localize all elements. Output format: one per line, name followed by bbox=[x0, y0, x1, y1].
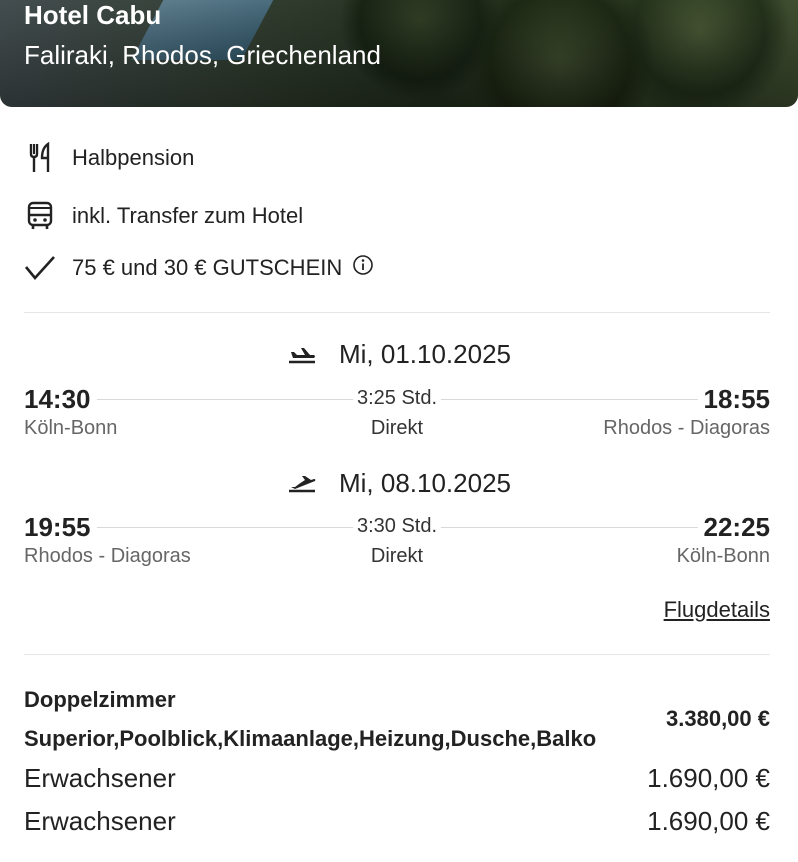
outbound-to: Rhodos - Diagoras bbox=[603, 417, 770, 439]
hotel-location: Faliraki, Rhodos, Griechenland bbox=[24, 40, 381, 70]
traveller-price: 1.690,00 € bbox=[647, 763, 770, 793]
traveller-label: Erwachsener bbox=[24, 763, 176, 793]
outbound-duration: 3:25 Std. bbox=[352, 387, 442, 409]
return-date-row: Mi, 08.10.2025 bbox=[0, 468, 798, 499]
outbound-depart-time: 14:30 bbox=[24, 384, 97, 415]
return-date: Mi, 08.10.2025 bbox=[338, 468, 511, 498]
outbound-leg: 3:25 Std. 14:30 18:55 Köln-Bonn Direkt R… bbox=[24, 382, 770, 452]
return-leg: 3:30 Std. 19:55 22:25 Rhodos - Diagoras … bbox=[24, 510, 770, 580]
fork-knife-icon bbox=[24, 142, 56, 174]
checkmark-icon bbox=[24, 252, 56, 284]
feature-voucher: 75 € und 30 € GUTSCHEIN bbox=[24, 251, 374, 285]
return-depart-time: 19:55 bbox=[24, 512, 97, 543]
room-description: Superior,Poolblick,Klimaanlage,Heizung,D… bbox=[24, 726, 597, 751]
plane-departure-icon bbox=[287, 345, 317, 365]
room-type: Doppelzimmer bbox=[24, 687, 176, 712]
plane-arrival-icon bbox=[287, 474, 317, 494]
outbound-arrive-time: 18:55 bbox=[697, 384, 770, 415]
outbound-date: Mi, 01.10.2025 bbox=[338, 339, 511, 369]
feature-transfer: inkl. Transfer zum Hotel bbox=[24, 199, 303, 233]
return-duration: 3:30 Std. bbox=[352, 515, 442, 537]
hotel-name: Hotel Cabu bbox=[24, 0, 162, 30]
info-icon[interactable] bbox=[352, 254, 374, 282]
divider bbox=[24, 312, 770, 313]
divider bbox=[24, 654, 770, 655]
return-stops: Direkt bbox=[370, 545, 424, 567]
flight-details-link[interactable]: Flugdetails bbox=[664, 597, 770, 623]
traveller-label: Erwachsener bbox=[24, 806, 176, 836]
traveller-price: 1.690,00 € bbox=[647, 806, 770, 836]
bus-icon bbox=[24, 200, 56, 232]
outbound-date-row: Mi, 01.10.2025 bbox=[0, 339, 798, 370]
feature-board-label: Halbpension bbox=[72, 145, 195, 170]
room-price: 3.380,00 € bbox=[666, 706, 770, 731]
return-to: Köln-Bonn bbox=[676, 545, 770, 567]
feature-voucher-label: 75 € und 30 € GUTSCHEIN bbox=[72, 255, 343, 280]
feature-board: Halbpension bbox=[24, 141, 194, 175]
feature-transfer-label: inkl. Transfer zum Hotel bbox=[72, 203, 304, 228]
hotel-hero-image: Hotel Cabu Faliraki, Rhodos, Griechenlan… bbox=[0, 0, 798, 107]
return-arrive-time: 22:25 bbox=[697, 512, 770, 543]
